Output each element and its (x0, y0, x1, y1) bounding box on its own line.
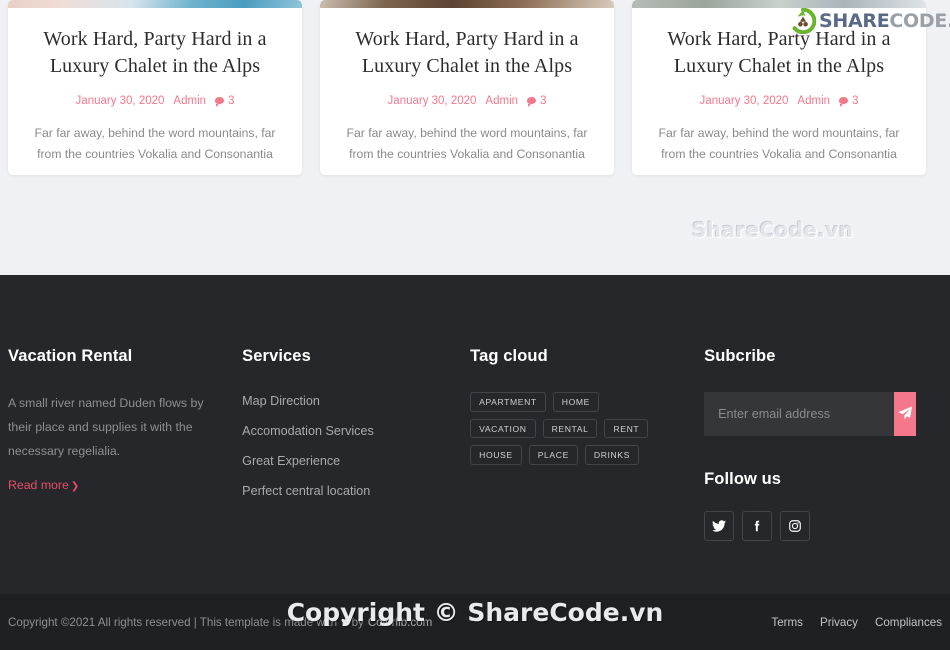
blog-card-comment-count: 3 (540, 94, 547, 107)
sharecode-logo-watermark: SHARECODE.vn (790, 7, 950, 35)
blog-card-image (632, 0, 926, 8)
subscribe-submit-button[interactable] (894, 392, 917, 436)
list-item: Accomodation Services (242, 422, 470, 440)
subscribe-form (704, 392, 917, 436)
tag-apartment[interactable]: APARTMENT (470, 392, 546, 412)
footer-about-text: A small river named Duden flows by their… (8, 396, 204, 458)
list-item: Perfect central location (242, 482, 470, 500)
footer-tagcloud-title: Tag cloud (470, 347, 548, 365)
blog-card-date: January 30, 2020 (387, 94, 477, 107)
comment-bubble-icon (839, 97, 849, 107)
social-links (704, 511, 942, 541)
tag-list: APARTMENT HOME VACATION RENTAL RENT HOUS… (470, 392, 670, 465)
tag-house[interactable]: HOUSE (470, 445, 522, 465)
legal-link-privacy[interactable]: Privacy (820, 616, 858, 629)
colorlib-link[interactable]: Colorlib.com (368, 616, 432, 629)
blog-card-comments: 3 (527, 95, 546, 107)
blog-card-author[interactable]: Admin (173, 95, 206, 107)
blog-card-image (8, 0, 302, 8)
service-link-accomodation-services[interactable]: Accomodation Services (242, 424, 374, 438)
read-more-label: Read more (8, 477, 69, 492)
blog-card-comment-count: 3 (852, 94, 859, 107)
tag-rent[interactable]: RENT (604, 418, 649, 439)
blog-card-title[interactable]: Work Hard, Party Hard in a Luxury Chalet… (648, 26, 910, 80)
footer-about-title: Vacation Rental (8, 347, 133, 365)
footer-tagcloud-column: Tag cloud APARTMENT HOME VACATION RENTAL… (470, 347, 704, 541)
paper-plane-icon (897, 405, 913, 424)
footer-about-column: Vacation Rental A small river named Dude… (8, 347, 242, 541)
blog-card-excerpt: Far far away, behind the word mountains,… (34, 125, 276, 161)
copyright-prefix: Copyright ©2021 All rights reserved | Th… (8, 615, 338, 629)
chevron-right-icon: ❯ (70, 480, 80, 492)
service-link-great-experience[interactable]: Great Experience (242, 454, 340, 468)
tag-place[interactable]: PLACE (528, 445, 578, 465)
blog-card-title[interactable]: Work Hard, Party Hard in a Luxury Chalet… (336, 26, 598, 80)
footer-follow-title: Follow us (704, 470, 782, 488)
sharecode-logo-share-text: SHARE (819, 10, 890, 32)
footer-columns: Vacation Rental A small river named Dude… (0, 275, 950, 541)
site-footer: Vacation Rental A small river named Dude… (0, 275, 950, 650)
footer-services-title: Services (242, 347, 311, 365)
twitter-icon[interactable] (704, 511, 735, 541)
footer-subscribe-title: Subcribe (704, 347, 776, 365)
blog-card-comments: 3 (215, 95, 234, 107)
tag-vacation[interactable]: VACATION (470, 418, 536, 439)
footer-subscribe-column: Subcribe Follow us (704, 347, 942, 541)
read-more-link[interactable]: Read more ❯ (8, 478, 79, 492)
blog-card-excerpt: Far far away, behind the word mountains,… (658, 125, 900, 161)
blog-card-image (320, 0, 614, 8)
facebook-icon[interactable] (742, 511, 773, 541)
legal-link-compliances[interactable]: Compliances (875, 616, 942, 629)
blog-section: Work Hard, Party Hard in a Luxury Chalet… (0, 0, 950, 275)
blog-card-author[interactable]: Admin (797, 95, 830, 107)
service-link-perfect-central-location[interactable]: Perfect central location (242, 484, 370, 498)
email-field[interactable] (704, 392, 895, 436)
legal-links: Terms Privacy Compliances (771, 616, 942, 629)
list-item: Great Experience (242, 452, 470, 470)
comment-bubble-icon (215, 97, 225, 107)
tag-rental[interactable]: RENTAL (542, 418, 598, 439)
blog-card-meta: January 30, 2020 Admin 3 (24, 95, 286, 107)
blog-card-date: January 30, 2020 (699, 94, 789, 107)
blog-card-comments: 3 (839, 95, 858, 107)
blog-card-date: January 30, 2020 (75, 94, 165, 107)
footer-services-column: Services Map Direction Accomodation Serv… (242, 347, 470, 541)
blog-card-meta: January 30, 2020 Admin 3 (648, 95, 910, 107)
sharecode-leaf-icon (790, 7, 817, 35)
list-item: Map Direction (242, 392, 470, 410)
service-link-map-direction[interactable]: Map Direction (242, 394, 320, 408)
sharecode-watermark-center: ShareCode.vn (692, 218, 854, 242)
blog-card-title[interactable]: Work Hard, Party Hard in a Luxury Chalet… (24, 26, 286, 80)
footer-services-list: Map Direction Accomodation Services Grea… (242, 392, 470, 500)
comment-bubble-icon (527, 97, 537, 107)
copyright-by: by (351, 615, 364, 629)
heart-icon: ♥ (341, 616, 348, 628)
sharecode-logo-code-text: CODE.vn (889, 10, 950, 32)
footer-bottom-bar: Copyright ©2021 All rights reserved | Th… (0, 594, 950, 650)
blog-card-excerpt: Far far away, behind the word mountains,… (346, 125, 588, 161)
blog-card-meta: January 30, 2020 Admin 3 (336, 95, 598, 107)
page-root: Work Hard, Party Hard in a Luxury Chalet… (0, 0, 950, 650)
copyright-text: Copyright ©2021 All rights reserved | Th… (8, 616, 432, 629)
tag-home[interactable]: HOME (552, 392, 599, 412)
blog-card-comment-count: 3 (228, 94, 235, 107)
blog-card[interactable]: Work Hard, Party Hard in a Luxury Chalet… (8, 0, 302, 175)
instagram-icon[interactable] (780, 511, 811, 541)
tag-drinks[interactable]: DRINKS (584, 445, 639, 465)
blog-card-author[interactable]: Admin (485, 95, 518, 107)
legal-link-terms[interactable]: Terms (771, 616, 803, 629)
blog-card[interactable]: Work Hard, Party Hard in a Luxury Chalet… (320, 0, 614, 175)
